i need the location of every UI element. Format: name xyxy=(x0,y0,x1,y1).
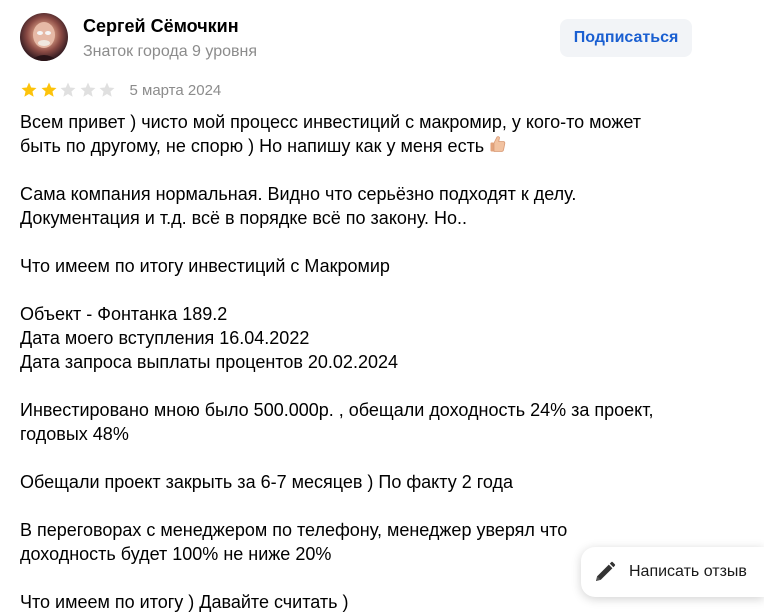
star-rating xyxy=(20,81,118,99)
review-line: Обещали проект закрыть за 6-7 месяцев ) … xyxy=(20,472,514,492)
rating-row: 5 марта 2024 xyxy=(20,80,221,100)
write-review-label: Написать отзыв xyxy=(629,563,747,580)
review-line: Всем привет ) чисто мой процесс инвестиц… xyxy=(20,112,642,132)
star-empty-icon xyxy=(99,82,115,97)
review-line: Дата моего вступления 16.04.2022 xyxy=(20,328,310,348)
author-name[interactable]: Сергей Сёмочкин xyxy=(83,15,239,37)
review-line: быть по другому, не спорю ) Но напишу ка… xyxy=(20,134,720,158)
review-paragraph: Объект - Фонтанка 189.2 Дата моего вступл… xyxy=(20,302,720,374)
review-paragraph: Инвестировано мною было 500.000р. , обещ… xyxy=(20,398,720,446)
review-paragraph: Сама компания нормальная. Видно что серь… xyxy=(20,182,720,230)
review-paragraph: Всем привет ) чисто мой процесс инвестиц… xyxy=(20,110,720,158)
review-line: Объект - Фонтанка 189.2 xyxy=(20,304,228,324)
review-paragraph: Обещали проект закрыть за 6-7 месяцев ) … xyxy=(20,470,720,494)
star-empty-icon xyxy=(80,82,95,97)
review-line: Инвестировано мною было 500.000р. , обещ… xyxy=(20,400,654,420)
thumbs-up-icon xyxy=(490,136,506,152)
review-text: Всем привет ) чисто мой процесс инвестиц… xyxy=(20,110,720,615)
write-review-button[interactable]: Написать отзыв xyxy=(581,547,764,597)
pen-icon xyxy=(596,561,616,581)
review-line: Сама компания нормальная. Видно что серь… xyxy=(20,184,577,204)
star-filled-icon xyxy=(21,82,37,97)
star-empty-icon xyxy=(60,82,76,97)
review-paragraph: Что имеем по итогу инвестиций с Макромир xyxy=(20,254,720,278)
star-filled-icon xyxy=(41,82,56,97)
avatar[interactable] xyxy=(20,13,68,61)
review-date: 5 марта 2024 xyxy=(129,81,222,99)
review-line: Дата запроса выплаты процентов 20.02.202… xyxy=(20,352,398,372)
review-line: Что имеем по итогу инвестиций с Макромир xyxy=(20,256,390,276)
review-line-text: быть по другому, не спорю ) Но напишу ка… xyxy=(20,136,485,156)
review-line: Документация и т.д. всё в порядке всё по… xyxy=(20,208,468,228)
subscribe-button[interactable]: Подписаться xyxy=(560,19,692,57)
review-card: Сергей Сёмочкин Знаток города 9 уровня П… xyxy=(0,0,764,615)
review-line: В переговорах с менеджером по телефону, … xyxy=(20,520,568,540)
review-line: годовых 48% xyxy=(20,424,129,444)
author-level: Знаток города 9 уровня xyxy=(83,43,258,60)
